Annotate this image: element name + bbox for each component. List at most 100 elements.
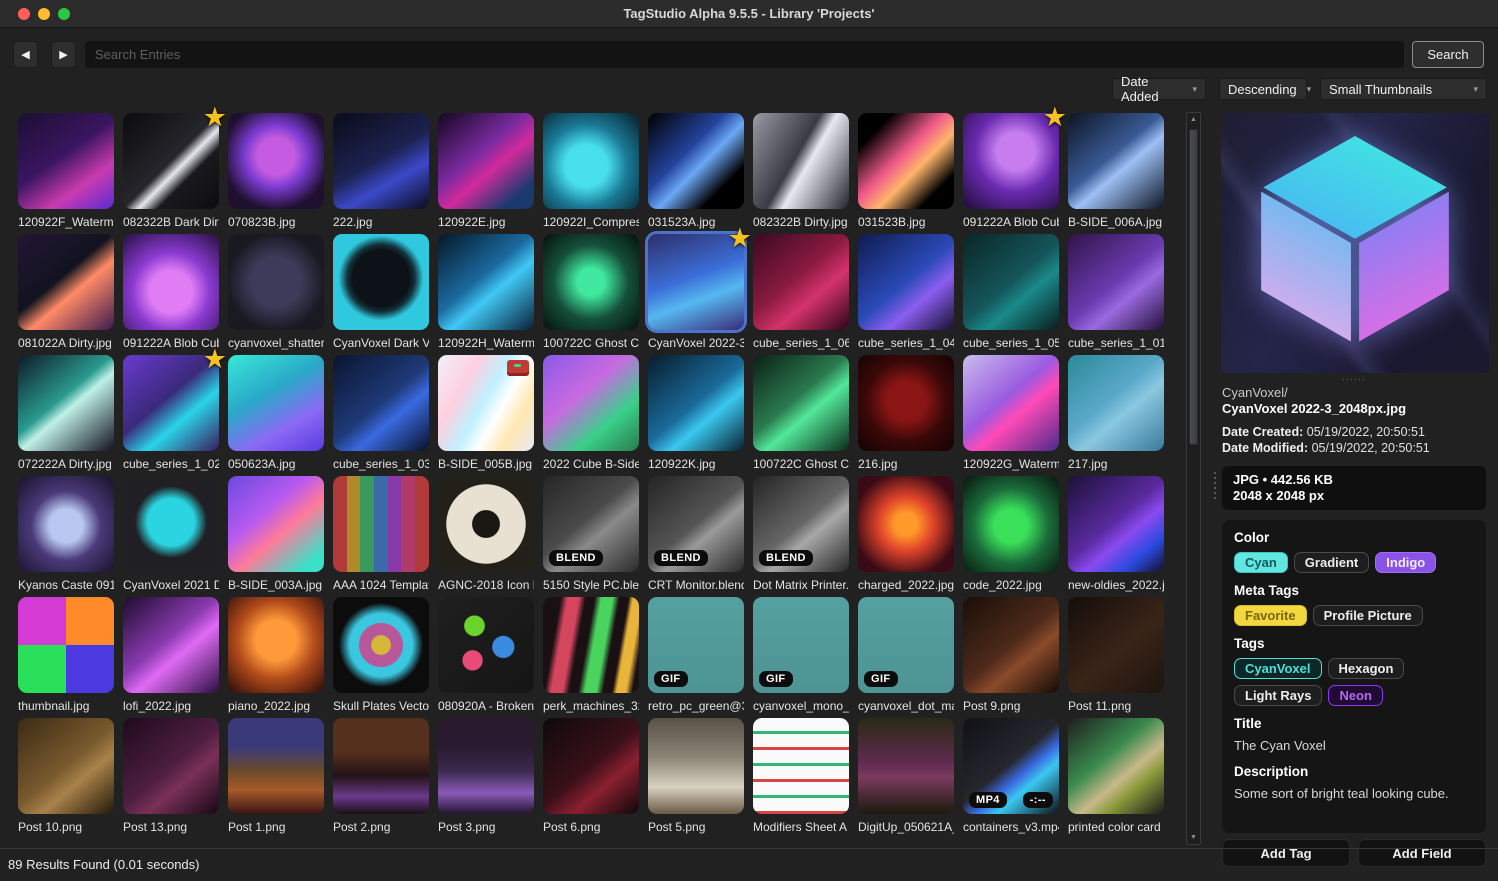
grid-item[interactable]: CyanVoxel 2021 Dis <box>123 476 219 597</box>
thumbnail-image[interactable] <box>753 113 849 209</box>
thumbnail-image[interactable]: ★ <box>963 113 1059 209</box>
grid-item[interactable]: Skull Plates Vector <box>333 597 429 718</box>
grid-item[interactable]: 080920A - Broken I <box>438 597 534 718</box>
thumbnail-image[interactable] <box>333 234 429 330</box>
grid-item[interactable]: 120922G_Watermar <box>963 355 1059 476</box>
thumbnail-image[interactable] <box>753 718 849 814</box>
thumbnail-image[interactable] <box>858 355 954 451</box>
thumbnail-image[interactable] <box>18 476 114 572</box>
scroll-down-icon[interactable]: ▼ <box>1187 831 1200 844</box>
grid-item[interactable]: B-SIDE_003A.jpg <box>228 476 324 597</box>
grid-item[interactable]: BLENDDot Matrix Printer.b <box>753 476 849 597</box>
thumbnail-image[interactable]: ★ <box>123 113 219 209</box>
thumbnail-image[interactable] <box>1068 234 1164 330</box>
grid-scrollbar[interactable]: ▲ ▼ <box>1186 112 1201 845</box>
grid-item[interactable]: Post 6.png <box>543 718 639 839</box>
grid-item[interactable]: Kyanos Caste 0910: <box>18 476 114 597</box>
thumbnail-image[interactable] <box>963 355 1059 451</box>
preview-resize-handle[interactable]: ······ <box>1210 376 1498 384</box>
grid-item[interactable]: charged_2022.jpg <box>858 476 954 597</box>
thumbnail-image[interactable] <box>333 718 429 814</box>
grid-item[interactable]: GIFretro_pc_green@3x <box>648 597 744 718</box>
thumbnail-image[interactable] <box>963 476 1059 572</box>
grid-item[interactable]: 070823B.jpg <box>228 113 324 234</box>
grid-item[interactable]: ★cube_series_1_02.j <box>123 355 219 476</box>
thumbnail-image[interactable] <box>123 476 219 572</box>
scrollbar-thumb[interactable] <box>1189 129 1198 445</box>
thumbnail-image[interactable] <box>1068 476 1164 572</box>
grid-item[interactable]: Post 5.png <box>648 718 744 839</box>
thumbnail-image[interactable] <box>648 355 744 451</box>
thumbnail-image[interactable] <box>228 234 324 330</box>
thumbnail-image[interactable] <box>963 597 1059 693</box>
grid-item[interactable]: cube_series_1_05.j <box>963 234 1059 355</box>
thumbnail-size-dropdown[interactable]: Small Thumbnails ▾ <box>1320 78 1487 100</box>
grid-item[interactable]: 100722C Ghost Cut <box>753 355 849 476</box>
grid-item[interactable]: Modifiers Sheet A v <box>753 718 849 839</box>
thumbnail-image[interactable] <box>648 113 744 209</box>
thumbnail-image[interactable] <box>123 597 219 693</box>
thumbnail-image[interactable] <box>333 355 429 451</box>
thumbnail-image[interactable]: GIF <box>858 597 954 693</box>
thumbnail-image[interactable] <box>753 355 849 451</box>
thumbnail-image[interactable] <box>858 234 954 330</box>
thumbnail-image[interactable] <box>123 718 219 814</box>
grid-item[interactable]: 217.jpg <box>1068 355 1164 476</box>
thumbnail-image[interactable] <box>228 718 324 814</box>
grid-item[interactable]: thumbnail.jpg <box>18 597 114 718</box>
grid-item[interactable]: CyanVoxel Dark Vox <box>333 234 429 355</box>
thumbnail-image[interactable] <box>18 718 114 814</box>
thumbnail-image[interactable] <box>648 718 744 814</box>
grid-item[interactable]: 222.jpg <box>333 113 429 234</box>
thumbnail-image[interactable] <box>543 355 639 451</box>
thumbnail-image[interactable] <box>228 355 324 451</box>
grid-item[interactable]: MP4-:--containers_v3.mp4 <box>963 718 1059 839</box>
grid-item[interactable]: 120922E.jpg <box>438 113 534 234</box>
thumbnail-image[interactable] <box>18 113 114 209</box>
thumbnail-image[interactable]: GIF <box>648 597 744 693</box>
grid-item[interactable]: 120922I_Compressi <box>543 113 639 234</box>
thumbnail-image[interactable]: MP4-:-- <box>963 718 1059 814</box>
tag-pill[interactable]: Profile Picture <box>1313 605 1423 626</box>
thumbnail-image[interactable] <box>438 355 534 451</box>
grid-item[interactable]: cube_series_1_04.j <box>858 234 954 355</box>
grid-item[interactable]: cyanvoxel_shattere <box>228 234 324 355</box>
grid-item[interactable]: 120922F_Watermarl <box>18 113 114 234</box>
grid-item[interactable]: Post 9.png <box>963 597 1059 718</box>
grid-item[interactable]: printed color card i <box>1068 718 1164 839</box>
thumbnail-image[interactable] <box>123 234 219 330</box>
thumbnail-image[interactable]: BLEND <box>753 476 849 572</box>
thumbnail-image[interactable] <box>1068 597 1164 693</box>
thumbnail-image[interactable] <box>438 597 534 693</box>
thumbnail-image[interactable] <box>438 234 534 330</box>
tag-pill[interactable]: Gradient <box>1294 552 1369 573</box>
grid-item[interactable]: BLENDCRT Monitor.blend <box>648 476 744 597</box>
grid-item[interactable]: code_2022.jpg <box>963 476 1059 597</box>
grid-item[interactable]: cube_series_1_01.jp <box>1068 234 1164 355</box>
grid-item[interactable]: 031523A.jpg <box>648 113 744 234</box>
grid-item[interactable]: 072222A Dirty.jpg <box>18 355 114 476</box>
thumbnail-image[interactable] <box>1068 355 1164 451</box>
grid-item[interactable]: 081022A Dirty.jpg <box>18 234 114 355</box>
thumbnail-image[interactable] <box>543 718 639 814</box>
tag-pill[interactable]: Indigo <box>1375 552 1436 573</box>
thumbnail-image[interactable] <box>1068 718 1164 814</box>
grid-item[interactable]: Post 10.png <box>18 718 114 839</box>
grid-item[interactable]: cube_series_1_06.j <box>753 234 849 355</box>
thumbnail-image[interactable] <box>1068 113 1164 209</box>
grid-item[interactable]: perk_machines_32p <box>543 597 639 718</box>
tag-pill[interactable]: CyanVoxel <box>1234 658 1322 679</box>
grid-item[interactable]: GIFcyanvoxel_dot_mat <box>858 597 954 718</box>
thumbnail-image[interactable] <box>543 113 639 209</box>
grid-item[interactable]: 050623A.jpg <box>228 355 324 476</box>
search-input[interactable] <box>85 41 1404 68</box>
thumbnail-image[interactable] <box>333 476 429 572</box>
tag-pill[interactable]: Hexagon <box>1328 658 1405 679</box>
grid-item[interactable]: 031523B.jpg <box>858 113 954 234</box>
grid-item[interactable]: piano_2022.jpg <box>228 597 324 718</box>
tag-pill[interactable]: Neon <box>1328 685 1383 706</box>
thumbnail-image[interactable] <box>228 113 324 209</box>
grid-item[interactable]: GIFcyanvoxel_mono_cr <box>753 597 849 718</box>
tag-pill[interactable]: Cyan <box>1234 552 1288 573</box>
search-button[interactable]: Search <box>1412 41 1484 68</box>
